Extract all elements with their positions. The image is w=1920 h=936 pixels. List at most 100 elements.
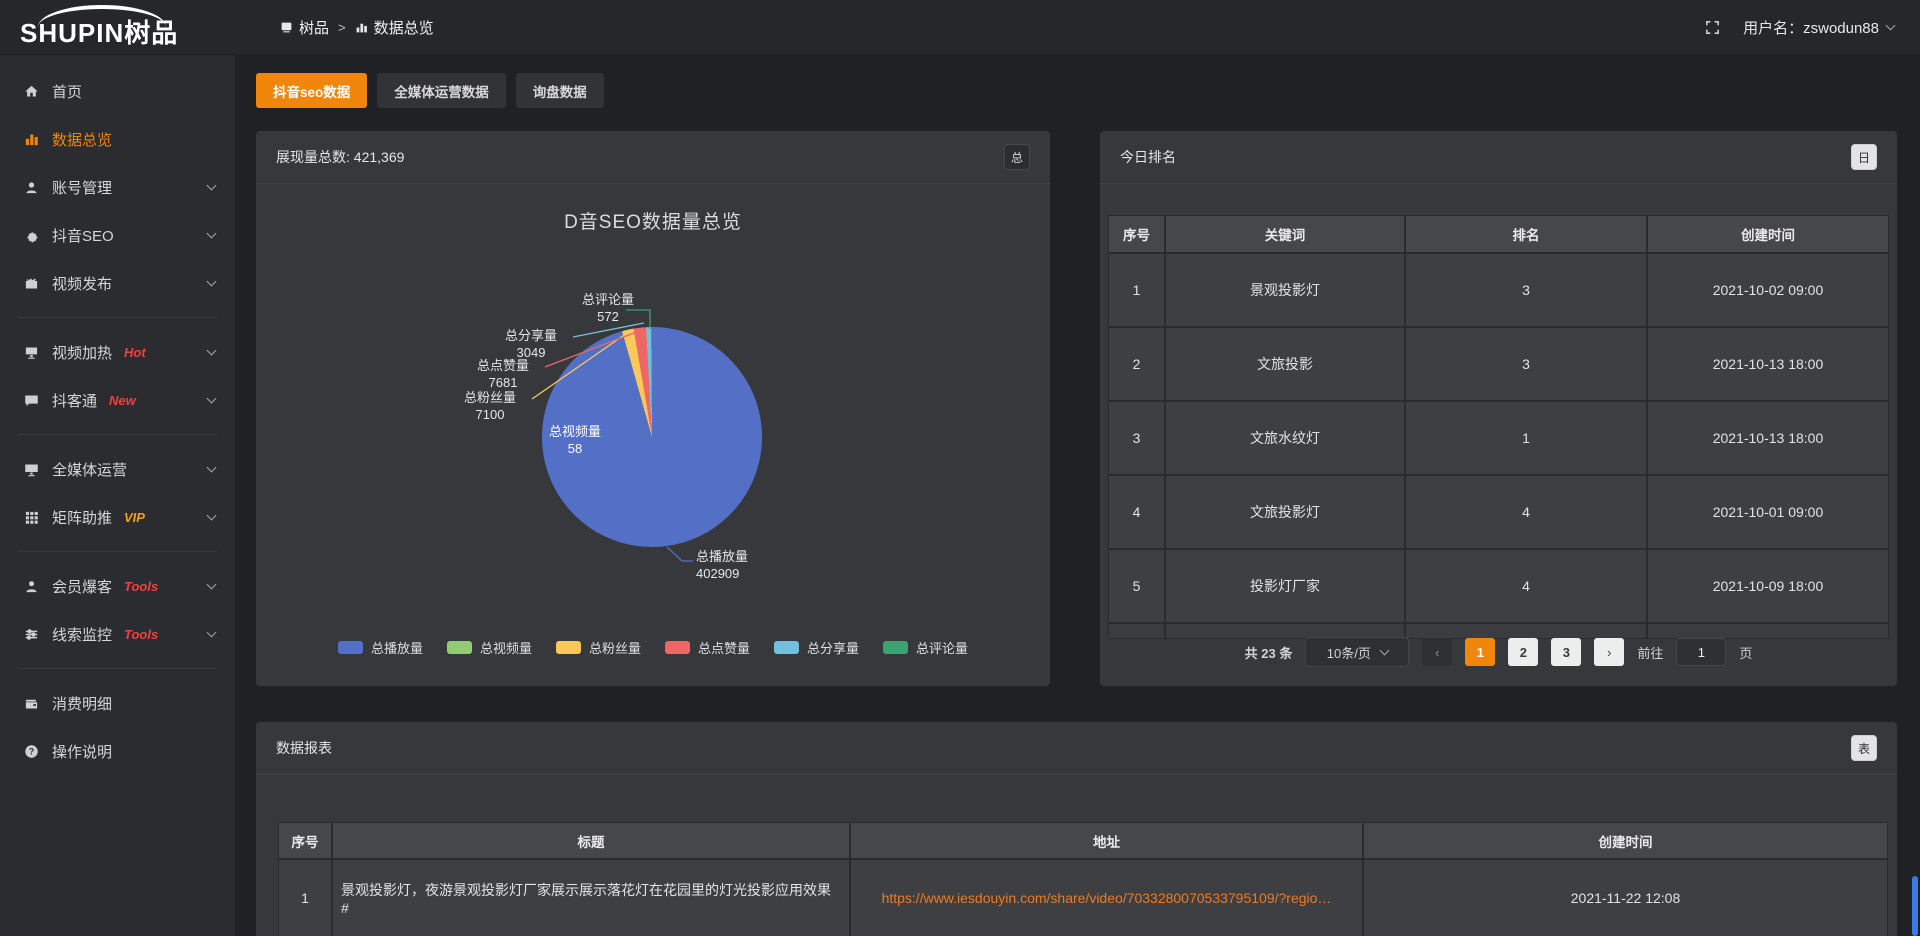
sidebar-item-douyin-seo[interactable]: 抖音SEO: [0, 211, 235, 259]
data-tabs: 抖音seo数据 全媒体运营数据 询盘数据: [256, 73, 1897, 108]
sidebar-item-instructions[interactable]: ? 操作说明: [0, 727, 235, 775]
sidebar-item-label: 账号管理: [52, 177, 112, 198]
chevron-down-icon: [1886, 20, 1896, 30]
total-badge-button[interactable]: 总: [1004, 144, 1030, 170]
dashboard-icon: [280, 21, 293, 34]
sidebar-item-video-heat[interactable]: 视频加热 Hot: [0, 328, 235, 376]
breadcrumb-item-current[interactable]: 数据总览: [355, 17, 434, 38]
table-row-partial: [1648, 624, 1888, 638]
column-header: 地址: [851, 823, 1362, 858]
legend-item-shares[interactable]: 总分享量: [774, 638, 859, 657]
sidebar-item-label: 首页: [52, 81, 82, 102]
sidebar-divider: [18, 434, 217, 435]
sidebar-divider: [18, 668, 217, 669]
goto-page-input[interactable]: [1676, 638, 1726, 666]
day-badge-button[interactable]: 日: [1851, 144, 1877, 170]
tab-inquiry-data[interactable]: 询盘数据: [516, 73, 604, 108]
username-label: 用户名：zswodun88: [1743, 17, 1879, 38]
prev-page-button[interactable]: ‹: [1422, 638, 1452, 666]
chat-icon: [24, 393, 39, 408]
sidebar: 首页 数据总览 账号管理 抖音SEO 视频发布 视频加热 Hot 抖客通 New…: [0, 55, 235, 936]
sidebar-item-lead-monitor[interactable]: 线索监控 Tools: [0, 610, 235, 658]
table-cell: 2021-10-13 18:00: [1648, 402, 1888, 474]
table-badge-button[interactable]: 表: [1851, 735, 1877, 761]
table-cell: 3: [1109, 402, 1164, 474]
user-menu[interactable]: 用户名：zswodun88: [1743, 17, 1894, 38]
sidebar-divider: [18, 551, 217, 552]
legend-item-fans[interactable]: 总粉丝量: [556, 638, 641, 657]
scrollbar-thumb[interactable]: [1912, 876, 1918, 936]
table-row-partial: [1109, 624, 1164, 638]
sidebar-item-matrix-boost[interactable]: 矩阵助推 VIP: [0, 493, 235, 541]
sidebar-item-omnimedia[interactable]: 全媒体运营: [0, 445, 235, 493]
table-cell: 1: [1406, 402, 1646, 474]
breadcrumb: 树品 > 数据总览: [280, 17, 434, 38]
video-publish-icon: [24, 276, 39, 291]
page-button-1[interactable]: 1: [1465, 638, 1495, 666]
sidebar-item-label: 消费明细: [52, 693, 112, 714]
sidebar-item-label: 会员爆客: [52, 576, 112, 597]
pie-label-comments: 总评论量572: [568, 291, 648, 325]
sliders-icon: [24, 627, 39, 642]
legend-item-plays[interactable]: 总播放量: [338, 638, 423, 657]
sidebar-item-video-publish[interactable]: 视频发布: [0, 259, 235, 307]
sidebar-item-home[interactable]: 首页: [0, 67, 235, 115]
logo-arc: [38, 5, 166, 27]
sidebar-item-doukotong[interactable]: 抖客通 New: [0, 376, 235, 424]
video-url-link[interactable]: https://www.iesdouyin.com/share/video/70…: [882, 890, 1332, 906]
legend-item-videos[interactable]: 总视频量: [447, 638, 532, 657]
seo-overview-panel: 展现量总数: 421,369 总 D音SEO数据量总览 总评论量572 总分享量…: [256, 131, 1050, 686]
breadcrumb-item-home[interactable]: 树品: [280, 17, 329, 38]
column-header: 标题: [333, 823, 849, 858]
member-icon: [24, 579, 39, 594]
table-cell: 投影灯厂家: [1166, 550, 1404, 622]
table-cell: 3: [1406, 254, 1646, 326]
sidebar-item-expense-detail[interactable]: 消费明细: [0, 679, 235, 727]
column-header: 序号: [279, 823, 331, 858]
column-header: 创建时间: [1364, 823, 1887, 858]
sidebar-item-data-overview[interactable]: 数据总览: [0, 115, 235, 163]
sidebar-item-label: 数据总览: [52, 129, 112, 150]
chart-title: D音SEO数据量总览: [256, 207, 1050, 234]
sidebar-item-label: 视频加热: [52, 342, 112, 363]
sidebar-item-label: 矩阵助推: [52, 507, 112, 528]
user-icon: [24, 180, 39, 195]
app-logo: SHUPIN树品: [0, 0, 250, 55]
table-cell: 2021-10-01 09:00: [1648, 476, 1888, 548]
table-cell: 1: [279, 860, 331, 936]
page-button-2[interactable]: 2: [1508, 638, 1538, 666]
column-header: 关键词: [1166, 216, 1404, 252]
table-cell: 4: [1406, 550, 1646, 622]
topbar: SHUPIN树品 树品 > 数据总览 用户名：zswodun88: [0, 0, 1920, 55]
legend-chip: [665, 641, 690, 654]
main-content: 抖音seo数据 全媒体运营数据 询盘数据 展现量总数: 421,369 总 D音…: [235, 55, 1920, 936]
tab-douyin-seo-data[interactable]: 抖音seo数据: [256, 73, 367, 108]
sidebar-item-member-tools[interactable]: 会员爆客 Tools: [0, 562, 235, 610]
sidebar-item-label: 抖音SEO: [52, 225, 114, 246]
new-badge: New: [109, 393, 136, 408]
legend-item-likes[interactable]: 总点赞量: [665, 638, 750, 657]
fullscreen-icon[interactable]: [1704, 19, 1721, 36]
sidebar-item-label: 抖客通: [52, 390, 97, 411]
today-ranking-panel: 今日排名 日 序号 关键词 排名 创建时间 1 景观投影灯 3 2021-10-…: [1100, 131, 1897, 686]
page-size-select[interactable]: 10条/页: [1305, 637, 1409, 667]
goto-suffix: 页: [1739, 643, 1752, 662]
table-cell: 4: [1109, 476, 1164, 548]
pie-label-shares: 总分享量3049: [491, 327, 571, 361]
tab-omnimedia-data[interactable]: 全媒体运营数据: [377, 73, 506, 108]
pie-label-plays: 总播放量402909: [696, 548, 796, 582]
goto-label: 前往: [1637, 643, 1663, 662]
table-cell: 文旅投影灯: [1166, 476, 1404, 548]
bar-chart-icon: [355, 21, 368, 34]
table-cell: 文旅水纹灯: [1166, 402, 1404, 474]
page-button-3[interactable]: 3: [1551, 638, 1581, 666]
sidebar-item-account[interactable]: 账号管理: [0, 163, 235, 211]
chevron-down-icon: [207, 180, 217, 190]
chevron-down-icon: [207, 510, 217, 520]
legend-item-comments[interactable]: 总评论量: [883, 638, 968, 657]
wallet-icon: [24, 696, 39, 711]
chevron-down-icon: [207, 393, 217, 403]
pie-label-fans: 总粉丝量7100: [450, 389, 530, 423]
impressions-total-label: 展现量总数: 421,369: [276, 147, 404, 167]
next-page-button[interactable]: ›: [1594, 638, 1624, 666]
